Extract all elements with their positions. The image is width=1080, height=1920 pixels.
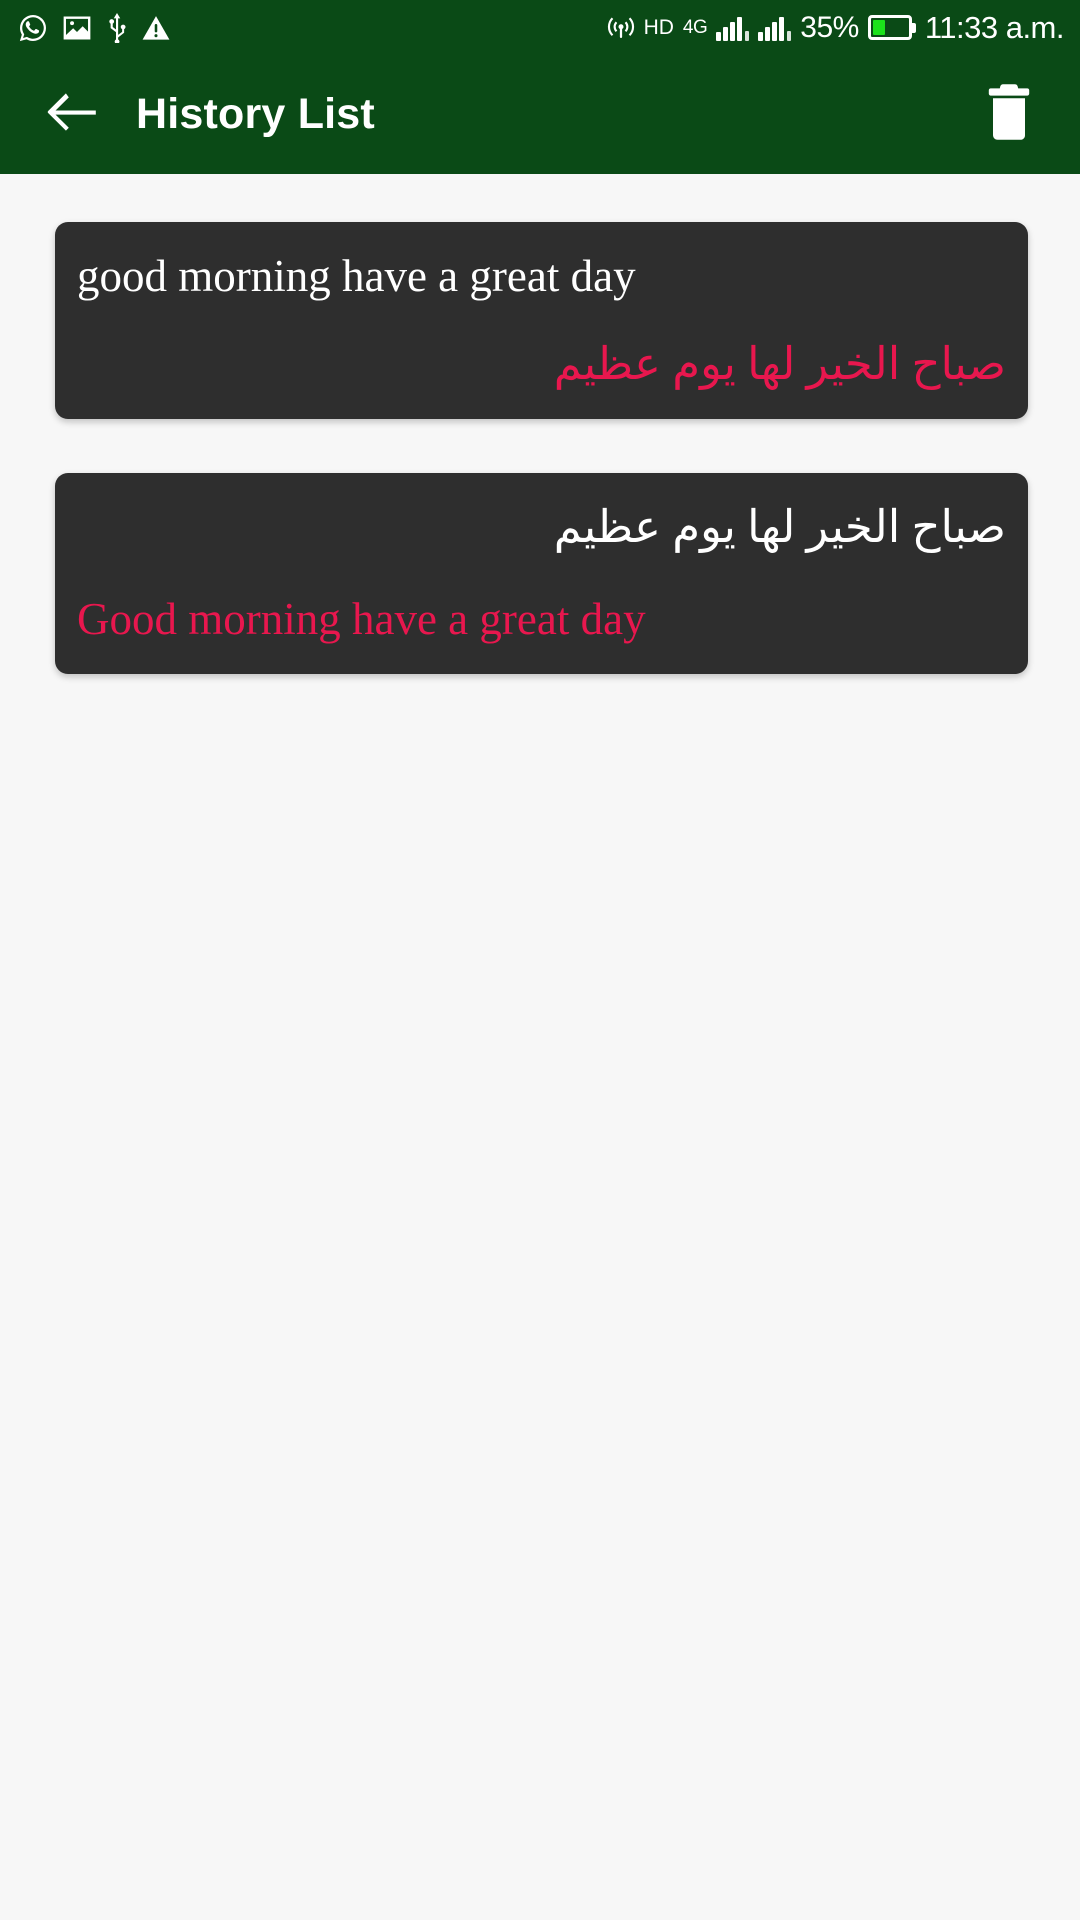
battery-icon: [867, 15, 912, 40]
back-arrow-icon: [44, 89, 102, 140]
history-source-text: صباح الخير لها يوم عظيم: [553, 502, 1006, 553]
status-bar: HD 4G 35% 11:33 a.m.: [0, 0, 1080, 55]
warning-icon: [142, 15, 170, 41]
battery-fill: [872, 20, 885, 35]
delete-history-button[interactable]: [972, 78, 1046, 152]
history-translation-text: صباح الخير لها يوم عظيم: [553, 338, 1006, 389]
status-bar-right-icons: HD 4G 35% 11:33 a.m.: [607, 10, 1065, 45]
network-type-label: 4G: [682, 17, 708, 38]
whatsapp-icon: [18, 13, 48, 43]
app-bar: History List: [0, 55, 1080, 174]
status-bar-left-icons: [18, 12, 170, 43]
history-list[interactable]: good morning have a great day صباح الخير…: [0, 174, 1080, 1920]
trash-icon: [987, 83, 1031, 146]
history-list-item[interactable]: صباح الخير لها يوم عظيم Good morning hav…: [55, 473, 1028, 675]
hd-label: HD: [643, 16, 674, 39]
image-icon: [62, 15, 92, 41]
history-translation-text: Good morning have a great day: [77, 593, 646, 644]
signal-bars-sim1-icon: [716, 15, 750, 41]
hotspot-icon: [607, 13, 635, 43]
history-source-text: good morning have a great day: [77, 251, 636, 301]
page-title: History List: [136, 90, 375, 138]
clock-label: 11:33 a.m.: [924, 10, 1065, 45]
back-button[interactable]: [36, 78, 110, 152]
signal-bars-sim2-icon: [758, 15, 792, 41]
usb-icon: [106, 12, 128, 43]
history-list-item[interactable]: good morning have a great day صباح الخير…: [55, 222, 1028, 420]
battery-percent-label: 35%: [800, 10, 859, 44]
